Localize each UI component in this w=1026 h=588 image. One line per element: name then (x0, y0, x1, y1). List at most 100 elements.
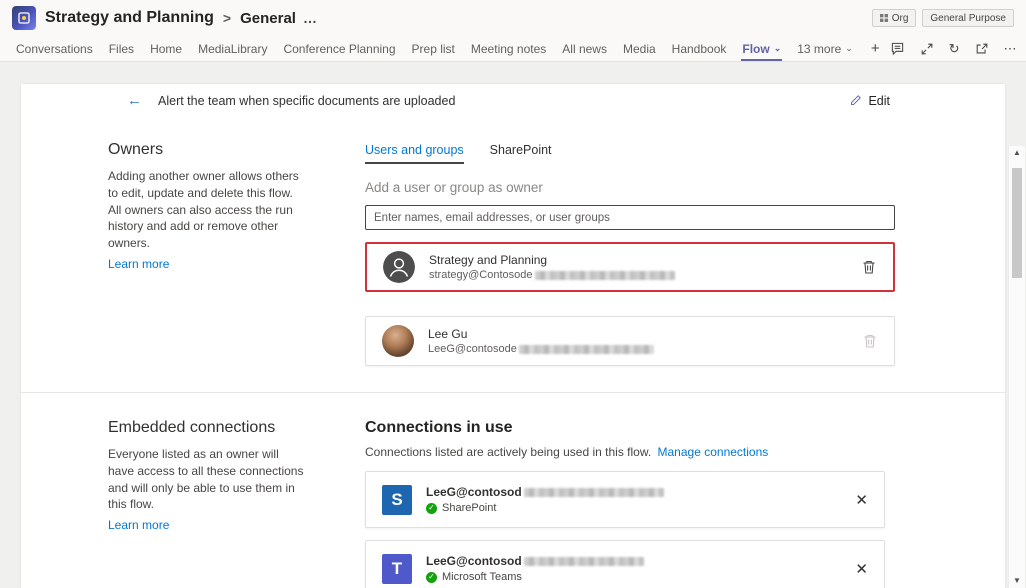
embedded-connections-column: Embedded connections Everyone listed as … (108, 419, 308, 588)
channel-header: Strategy and Planning > General … Org Ge… (0, 0, 1026, 36)
group-avatar-icon (383, 251, 415, 283)
connection-status: ✓ SharePoint (426, 502, 664, 514)
channel-more-icon[interactable]: … (303, 10, 318, 26)
breadcrumb-separator-icon: > (223, 10, 231, 26)
scroll-up-icon[interactable]: ▲ (1013, 149, 1021, 157)
connection-account: LeeG@contosod (426, 485, 664, 499)
tab-prep-list[interactable]: Prep list (404, 36, 463, 61)
tab-files[interactable]: Files (101, 36, 142, 61)
delete-owner-button[interactable] (861, 259, 877, 275)
redacted-text (524, 557, 644, 566)
remove-connection-button[interactable]: ✕ (855, 560, 868, 578)
redacted-text (519, 345, 654, 354)
owners-section: Owners Adding another owner allows other… (21, 117, 1005, 366)
connection-row-microsoft-teams: T LeeG@contosod ✓ Microsoft Teams ✕ (365, 540, 885, 588)
chevron-down-icon: ⌄ (845, 44, 853, 53)
owner-email: LeeG@contosode (428, 343, 654, 355)
connection-info: LeeG@contosod ✓ Microsoft Teams (426, 554, 644, 583)
flow-tab-content: ← Alert the team when specific documents… (0, 62, 1026, 588)
tab-medialibrary[interactable]: MediaLibrary (190, 36, 275, 61)
connection-info: LeeG@contosod ✓ SharePoint (426, 485, 664, 514)
tab-flow-label: Flow (742, 42, 769, 56)
connection-status: ✓ Microsoft Teams (426, 571, 644, 583)
redacted-text (535, 271, 675, 280)
delete-owner-button-disabled (862, 333, 878, 349)
owner-email: strategy@Contosode (429, 269, 675, 281)
owner-info: Strategy and Planning strategy@Contosode (429, 253, 675, 281)
remove-connection-button[interactable]: ✕ (855, 491, 868, 509)
pencil-icon (849, 94, 862, 107)
refresh-icon[interactable]: ↻ (949, 41, 960, 57)
flow-details-panel: ← Alert the team when specific documents… (21, 84, 1005, 588)
org-icon (880, 14, 888, 22)
add-owner-label: Add a user or group as owner (365, 180, 895, 195)
connections-in-use-column: Connections in use Connections listed ar… (365, 419, 895, 588)
chevron-down-icon: ⌄ (774, 44, 782, 53)
trash-icon (861, 259, 877, 275)
teams-app-window: Strategy and Planning > General … Org Ge… (0, 0, 1026, 588)
tab-sharepoint-source[interactable]: SharePoint (490, 143, 552, 164)
embedded-connections-heading: Embedded connections (108, 419, 308, 437)
connection-service-name: SharePoint (442, 502, 496, 514)
expand-tab-icon[interactable] (920, 42, 934, 56)
connected-check-icon: ✓ (426, 572, 437, 583)
flow-panel-header: ← Alert the team when specific documents… (21, 84, 1005, 117)
tab-overflow-more[interactable]: 13 more ⌄ (789, 36, 861, 61)
open-in-window-icon[interactable] (975, 42, 989, 56)
channel-name[interactable]: General (240, 10, 296, 27)
scroll-down-icon[interactable]: ▼ (1013, 577, 1021, 585)
microsoft-teams-icon: T (382, 554, 412, 584)
owners-info-column: Owners Adding another owner allows other… (108, 141, 308, 366)
edit-label: Edit (868, 94, 890, 108)
owner-name: Lee Gu (428, 327, 654, 341)
connection-row-sharepoint: S LeeG@contosod ✓ SharePoint ✕ (365, 471, 885, 528)
org-badge-label: Org (892, 13, 909, 24)
tab-conversations[interactable]: Conversations (8, 36, 101, 61)
vertical-scrollbar[interactable]: ▲ ▼ (1008, 146, 1025, 588)
redacted-text (524, 488, 664, 497)
owner-row-lee-gu: Lee Gu LeeG@contosode (365, 316, 895, 366)
team-name[interactable]: Strategy and Planning (45, 9, 214, 27)
tab-users-and-groups[interactable]: Users and groups (365, 143, 464, 164)
classification-badge: General Purpose (922, 9, 1014, 27)
team-avatar[interactable] (12, 6, 36, 30)
connections-description-text: Connections listed are actively being us… (365, 445, 651, 459)
owner-name: Strategy and Planning (429, 253, 675, 267)
owner-email-visible: strategy@Contosode (429, 269, 533, 281)
conversation-icon[interactable] (890, 41, 905, 56)
channel-tab-bar: Conversations Files Home MediaLibrary Co… (0, 36, 1026, 62)
connection-service-name: Microsoft Teams (442, 571, 522, 583)
team-logo-icon (17, 11, 31, 25)
back-icon[interactable]: ← (127, 93, 142, 108)
org-badge: Org (872, 9, 917, 27)
manage-connections-link[interactable]: Manage connections (658, 445, 769, 459)
tab-handbook[interactable]: Handbook (664, 36, 735, 61)
tab-all-news[interactable]: All news (554, 36, 615, 61)
add-owner-input[interactable] (365, 205, 895, 230)
connection-account-visible: LeeG@contosod (426, 485, 522, 499)
trash-icon (862, 333, 878, 349)
tab-conference-planning[interactable]: Conference Planning (275, 36, 403, 61)
tab-home[interactable]: Home (142, 36, 190, 61)
owner-row-strategy-and-planning: Strategy and Planning strategy@Contosode (365, 242, 895, 292)
more-options-icon[interactable]: ⋯ (1004, 41, 1017, 57)
tab-flow[interactable]: Flow ⌄ (734, 36, 789, 61)
sharepoint-icon: S (382, 485, 412, 515)
owners-heading: Owners (108, 141, 308, 159)
tab-more-label: 13 more (797, 42, 841, 56)
tab-media[interactable]: Media (615, 36, 664, 61)
tab-bar-actions: ↻ ⋯ (890, 36, 1023, 61)
connections-in-use-heading: Connections in use (365, 419, 895, 437)
connections-section: Embedded connections Everyone listed as … (21, 393, 1005, 588)
embedded-learn-more-link[interactable]: Learn more (108, 518, 169, 532)
edit-button[interactable]: Edit (849, 94, 890, 108)
flow-title: Alert the team when specific documents a… (158, 94, 455, 108)
owners-learn-more-link[interactable]: Learn more (108, 257, 169, 271)
tab-meeting-notes[interactable]: Meeting notes (463, 36, 554, 61)
owner-info: Lee Gu LeeG@contosode (428, 327, 654, 355)
owner-source-tabs: Users and groups SharePoint (365, 143, 895, 164)
add-tab-button[interactable]: + (861, 36, 890, 61)
scrollbar-thumb[interactable] (1012, 168, 1022, 278)
connection-account-visible: LeeG@contosod (426, 554, 522, 568)
user-avatar (382, 325, 414, 357)
